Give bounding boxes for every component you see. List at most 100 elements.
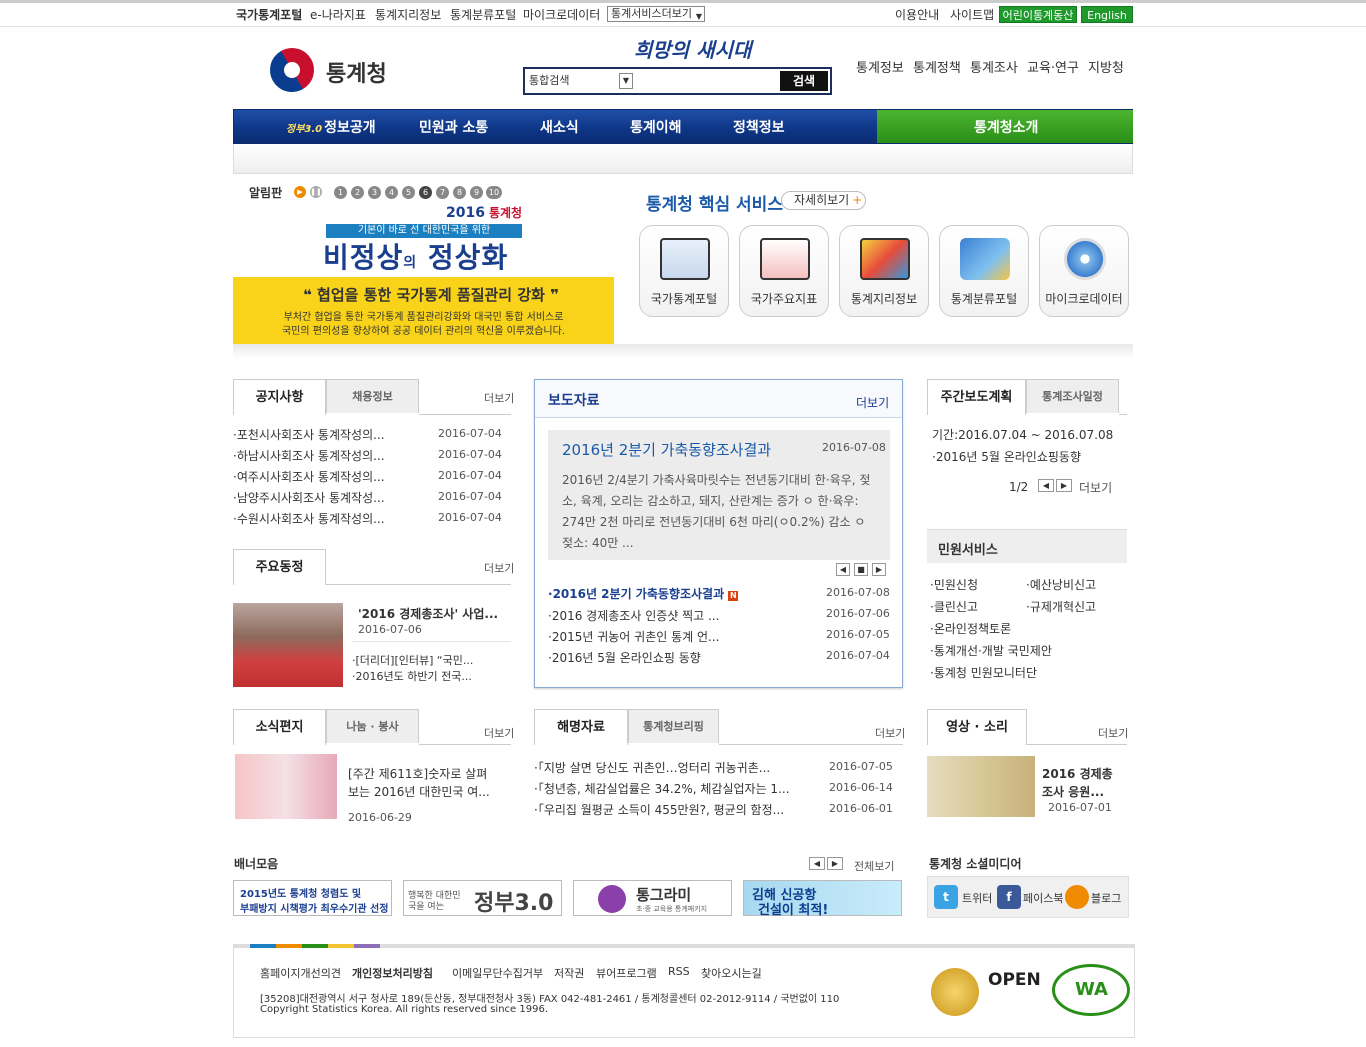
footer-link-directions[interactable]: 찾아오시는길 — [701, 965, 762, 981]
header-menu-stats-info[interactable]: 통계정보 — [856, 57, 904, 76]
banner-gimhae-airport[interactable]: 김해 신공항 건설이 최적! — [743, 880, 902, 918]
civil-item[interactable]: ·통계개선·개발 국민제안 — [930, 642, 1052, 659]
banner-page-3[interactable]: 3 — [368, 186, 381, 199]
press-more-link[interactable]: 더보기 — [856, 394, 889, 411]
service-more-select[interactable]: 통계서비스더보기 ▼ — [607, 6, 705, 22]
notice-item[interactable]: ·여주시사회조사 통계작성의... — [233, 468, 385, 485]
topbar-link-mdis[interactable]: 마이크로데이터 — [523, 6, 600, 23]
tab-briefing[interactable]: 통계청브리핑 — [628, 709, 719, 743]
footer-link-rss[interactable]: RSS — [668, 965, 690, 978]
banner-tonggrami[interactable]: 통그라미 초·중 교육용 통계패키지 — [573, 880, 732, 916]
chevron-right-icon[interactable]: ▶ — [872, 563, 886, 576]
gnb-item-about[interactable]: 통계청소개 — [877, 110, 1133, 143]
video-thumbnail[interactable] — [927, 756, 1035, 817]
press-item[interactable]: ·2016년 5월 온라인쇼핑 동향 — [548, 649, 701, 666]
gnb-item-communication[interactable]: 민원과 소통 — [419, 117, 488, 137]
activity-item[interactable]: ·2016년도 하반기 전국... — [352, 668, 472, 684]
weekly-more-link[interactable]: 더보기 — [1079, 479, 1112, 496]
search-scope-select[interactable]: 통합검색 ▼ — [529, 73, 633, 89]
activity-main-title[interactable]: '2016 경제총조사' 사업... — [358, 605, 498, 622]
tab-activity[interactable]: 주요동정 — [233, 549, 326, 585]
service-kosis[interactable]: 국가통계포털 — [639, 225, 729, 317]
chevron-left-icon[interactable]: ◀ — [809, 857, 825, 870]
tab-video[interactable]: 영상 · 소리 — [927, 709, 1027, 745]
explain-item[interactable]: ·「우리집 월평균 소득이 455만원?, 평균의 함정... — [534, 801, 784, 818]
civil-item[interactable]: ·온라인정책토론 — [930, 620, 1011, 637]
notice-item[interactable]: ·포천시사회조사 통계작성의... — [233, 426, 385, 443]
english-button[interactable]: English — [1081, 6, 1133, 23]
service-kssc[interactable]: 통계분류포털 — [939, 225, 1029, 317]
tab-explanation[interactable]: 해명자료 — [534, 709, 628, 745]
banner-gov3[interactable]: 행복한 대한민국을 여는 정부3.0 — [403, 880, 562, 916]
activity-photo[interactable] — [233, 603, 343, 687]
civil-item[interactable]: ·통계청 민원모니터단 — [930, 664, 1037, 681]
header-menu-regional[interactable]: 지방청 — [1088, 57, 1124, 76]
footer-link-feedback[interactable]: 홈페이지개선의견 — [260, 965, 341, 981]
footer-link-privacy[interactable]: 개인정보처리방침 — [352, 965, 433, 981]
service-sgis[interactable]: 통계지리정보 — [839, 225, 929, 317]
notice-board-banner[interactable]: 알림판 ▶ ❚❚ 1 2 3 4 5 6 7 8 9 10 2016 통계청 기본… — [233, 174, 614, 344]
topbar-link-kosis[interactable]: 국가통계포털 — [236, 6, 302, 23]
gnb-item-disclosure[interactable]: 정부3.0 정보공개 — [286, 117, 376, 137]
civil-item[interactable]: ·예산낭비신고 — [1026, 576, 1096, 593]
banner-page-9[interactable]: 9 — [470, 186, 483, 199]
chevron-right-icon[interactable]: ▶ — [1056, 479, 1072, 492]
chevron-left-icon[interactable]: ◀ — [836, 563, 850, 576]
header-menu-education[interactable]: 교육·연구 — [1027, 57, 1079, 76]
press-item[interactable]: ·2015년 귀농어 귀촌인 통계 언... — [548, 628, 719, 645]
activity-item[interactable]: ·[더리더][인터뷰] “국민... — [352, 652, 473, 668]
chevron-left-icon[interactable]: ◀ — [1038, 479, 1054, 492]
header-menu-stats-survey[interactable]: 통계조사 — [970, 57, 1018, 76]
banner-page-5[interactable]: 5 — [402, 186, 415, 199]
pause-icon[interactable]: ❚❚ — [310, 186, 322, 198]
banner-page-6[interactable]: 6 — [419, 186, 432, 199]
activity-more-link[interactable]: 더보기 — [484, 560, 514, 576]
topbar-link-kssc[interactable]: 통계분류포털 — [450, 6, 516, 23]
stop-icon[interactable]: ■ — [854, 563, 868, 576]
notice-item[interactable]: ·남양주시사회조사 통계작성... — [233, 489, 385, 506]
notice-more-link[interactable]: 더보기 — [484, 390, 514, 406]
banner-integrity-award[interactable]: 2015년도 통계청 청렴도 및 부패방지 시책평가 최우수기관 선정 — [233, 880, 392, 916]
tab-volunteer[interactable]: 나눔 · 봉사 — [326, 709, 419, 743]
core-more-button[interactable]: 자세히보기 + — [781, 191, 866, 210]
topbar-link-guide[interactable]: 이용안내 — [895, 6, 939, 23]
chevron-right-icon[interactable]: ▶ — [827, 857, 843, 870]
service-mdis[interactable]: 마이크로데이터 — [1039, 225, 1129, 317]
tab-newsletter[interactable]: 소식편지 — [233, 709, 326, 745]
tab-recruit[interactable]: 채용정보 — [326, 379, 419, 413]
tab-notice[interactable]: 공지사항 — [233, 379, 326, 415]
video-more-link[interactable]: 더보기 — [1098, 725, 1128, 741]
notice-item[interactable]: ·수원시사회조사 통계작성의... — [233, 510, 385, 527]
banner-page-7[interactable]: 7 — [436, 186, 449, 199]
video-title-line2[interactable]: 조사 응원... — [1042, 783, 1104, 800]
play-icon[interactable]: ▶ — [294, 186, 306, 198]
explain-item[interactable]: ·「지방 살면 당신도 귀촌인…엉터리 귀농귀촌... — [534, 759, 770, 776]
footer-link-copyright[interactable]: 저작권 — [554, 965, 584, 981]
explain-item[interactable]: ·「청년층, 체감실업률은 34.2%, 체감실업자는 1... — [534, 780, 790, 797]
gnb-item-news[interactable]: 새소식 — [540, 117, 579, 137]
civil-item[interactable]: ·클린신고 — [930, 598, 978, 615]
video-title-line1[interactable]: 2016 경제총 — [1042, 765, 1113, 782]
gnb-item-policy[interactable]: 정책정보 — [733, 117, 785, 137]
civil-item[interactable]: ·규제개혁신고 — [1026, 598, 1096, 615]
tab-weekly-plan[interactable]: 주간보도계획 — [927, 379, 1026, 415]
newsletter-thumbnail[interactable] — [235, 754, 337, 819]
civil-item[interactable]: ·민원신청 — [930, 576, 978, 593]
letter-more-link[interactable]: 더보기 — [484, 725, 514, 741]
header-menu-stats-policy[interactable]: 통계정책 — [913, 57, 961, 76]
search-input[interactable] — [637, 71, 777, 91]
weekly-item[interactable]: ·2016년 5월 온라인쇼핑동향 — [932, 448, 1081, 465]
press-item[interactable]: ·2016 경제총조사 인증샷 찍고 ... — [548, 607, 719, 624]
banner-page-1[interactable]: 1 — [334, 186, 347, 199]
press-feature-card[interactable]: 2016년 2분기 가축동향조사결과 2016-07-08 2016년 2/4분… — [548, 430, 890, 560]
footer-link-email-policy[interactable]: 이메일무단수집거부 — [452, 965, 543, 981]
footer-link-viewer[interactable]: 뷰어프로그램 — [596, 965, 657, 981]
service-index[interactable]: 국가주요지표 — [739, 225, 829, 317]
notice-item[interactable]: ·하남시사회조사 통계작성의... — [233, 447, 385, 464]
tab-survey-schedule[interactable]: 통계조사일정 — [1026, 379, 1119, 413]
banner-view-all-link[interactable]: 전체보기 — [854, 858, 894, 874]
banner-page-10[interactable]: 10 — [486, 186, 502, 199]
topbar-link-index[interactable]: e-나라지표 — [310, 6, 366, 23]
banner-page-2[interactable]: 2 — [351, 186, 364, 199]
gnb-item-understanding[interactable]: 통계이해 — [630, 117, 682, 137]
